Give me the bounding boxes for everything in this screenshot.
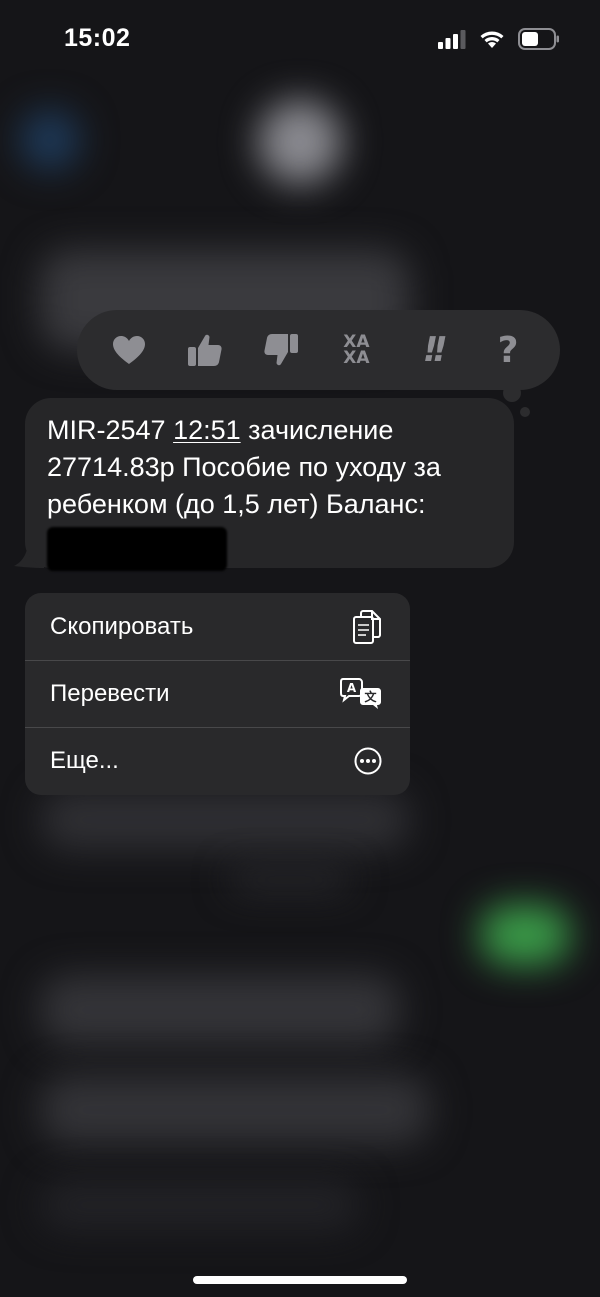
reaction-question-button[interactable]: ? bbox=[481, 323, 535, 377]
more-icon bbox=[354, 747, 382, 775]
menu-item-label: Еще... bbox=[50, 747, 119, 774]
back-button-blur bbox=[20, 110, 80, 170]
translate-icon: A 文 bbox=[340, 678, 381, 709]
contact-avatar-blur bbox=[258, 100, 342, 184]
menu-item-label: Перевести bbox=[50, 680, 170, 707]
message-text: зачисление bbox=[248, 415, 394, 445]
menu-item-more[interactable]: Еще... bbox=[25, 727, 410, 794]
copy-icon bbox=[353, 609, 381, 644]
haha-icon: ХА ХА bbox=[343, 334, 370, 368]
battery-icon bbox=[518, 28, 559, 50]
question-icon: ? bbox=[497, 329, 519, 371]
message-line-1: MIR-2547 12:51 зачисление bbox=[47, 412, 494, 449]
reaction-bar-tail-dot bbox=[520, 407, 530, 417]
svg-text:文: 文 bbox=[364, 689, 377, 704]
menu-item-translate[interactable]: Перевести A 文 bbox=[25, 660, 410, 727]
thumbs-up-icon bbox=[187, 334, 222, 366]
blurred-message bbox=[40, 1075, 430, 1145]
blurred-timestamp bbox=[230, 870, 350, 890]
tapback-reaction-bar: ХА ХА !! ? bbox=[77, 310, 560, 390]
heart-icon bbox=[112, 336, 145, 364]
status-time: 15:02 bbox=[64, 24, 131, 52]
double-exclamation-icon: !! bbox=[422, 330, 448, 370]
blurred-message bbox=[40, 975, 400, 1045]
message-line-3: ребенком (до 1,5 лет) Баланс: bbox=[47, 489, 426, 519]
status-bar: 15:02 bbox=[0, 0, 600, 80]
thumbs-down-icon bbox=[263, 334, 298, 366]
message-line-2: 27714.83р Пособие по уходу за bbox=[47, 452, 441, 482]
reaction-emphasize-button[interactable]: !! bbox=[405, 323, 459, 377]
menu-item-label: Скопировать bbox=[50, 612, 194, 640]
redacted-balance bbox=[47, 527, 227, 571]
menu-item-copy[interactable]: Скопировать bbox=[25, 593, 410, 660]
reaction-bar-tail-dot bbox=[503, 384, 521, 402]
context-menu: Скопировать Перевести A 文 Еще... bbox=[25, 593, 410, 795]
blurred-message bbox=[40, 1180, 360, 1230]
message-line-4 bbox=[47, 523, 494, 571]
cellular-signal-icon bbox=[438, 30, 466, 49]
message-bubble[interactable]: MIR-2547 12:51 зачисление 27714.83р Посо… bbox=[25, 398, 514, 571]
blurred-message bbox=[40, 790, 410, 850]
home-indicator[interactable] bbox=[193, 1276, 407, 1284]
reaction-haha-button[interactable]: ХА ХА bbox=[329, 323, 383, 377]
wifi-icon bbox=[480, 31, 504, 48]
reaction-like-button[interactable] bbox=[178, 323, 232, 377]
reaction-heart-button[interactable] bbox=[102, 323, 156, 377]
haha-bottom-text: ХА bbox=[343, 348, 370, 368]
status-icons bbox=[438, 28, 560, 50]
reaction-dislike-button[interactable] bbox=[254, 323, 308, 377]
message-sender-code: MIR-2547 bbox=[47, 415, 166, 445]
svg-text:A: A bbox=[347, 681, 357, 695]
message-time-link[interactable]: 12:51 bbox=[173, 415, 241, 445]
blurred-sent-message bbox=[480, 905, 570, 965]
